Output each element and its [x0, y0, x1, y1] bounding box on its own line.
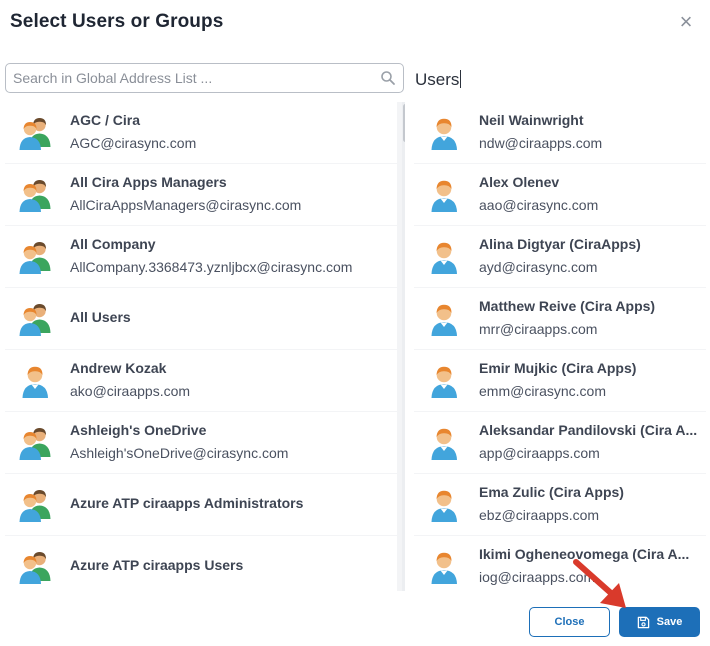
selected-users-list[interactable]: Neil Wainwright ndw@ciraapps.com Alex Olen… [414, 102, 706, 591]
selected-user-email: mrr@ciraapps.com [479, 321, 598, 337]
scrollbar-thumb[interactable] [403, 104, 405, 142]
user-avatar-icon [426, 301, 462, 337]
selected-user-email: emm@cirasync.com [479, 383, 607, 399]
selected-panel-title-text: Users [415, 70, 460, 89]
selected-user-name: Ema Zulic (Cira Apps) [479, 484, 624, 500]
search-box[interactable] [5, 63, 404, 93]
selected-user-name: Alina Digtyar (CiraApps) [479, 236, 641, 252]
selected-user-row[interactable]: Ikimi Ogheneovomega (Cira A... iog@ciraap… [414, 536, 706, 591]
selected-panel-title: Users [415, 70, 462, 90]
selected-user-row[interactable]: Aleksandar Pandilovski (Cira A... app@cir… [414, 412, 706, 473]
address-list-email: AllCiraAppsManagers@cirasync.com [70, 197, 302, 213]
selected-user-email: ndw@ciraapps.com [479, 135, 603, 151]
search-icon[interactable] [380, 70, 396, 86]
address-list-email: AllCompany.3368473.yznljbcx@cirasync.com [70, 259, 353, 275]
group-avatar-icon [17, 239, 53, 275]
group-avatar-icon [17, 177, 53, 213]
address-list-name: AGC / Cira [70, 112, 141, 128]
save-button[interactable]: Save [619, 607, 700, 637]
address-list-row[interactable]: Azure ATP ciraapps Administrators [5, 474, 397, 535]
user-avatar-icon [17, 363, 53, 399]
address-list[interactable]: AGC / Cira AGC@cirasync.com All Cira Apps … [5, 102, 405, 591]
user-avatar-icon [426, 549, 462, 585]
address-list-name: Azure ATP ciraapps Administrators [70, 495, 304, 511]
group-avatar-icon [17, 425, 53, 461]
select-users-dialog: Select Users or Groups × Users AGC / Cir… [0, 0, 710, 646]
selected-user-row[interactable]: Emir Mujkic (Cira Apps) emm@cirasync.com [414, 350, 706, 411]
selected-user-name: Emir Mujkic (Cira Apps) [479, 360, 637, 376]
selected-user-row[interactable]: Matthew Reive (Cira Apps) mrr@ciraapps.co… [414, 288, 706, 349]
selected-user-email: ebz@ciraapps.com [479, 507, 600, 523]
address-list-email: AGC@cirasync.com [70, 135, 197, 151]
address-list-row[interactable]: Ashleigh's OneDrive Ashleigh'sOneDrive@ci… [5, 412, 397, 473]
address-list-scrollbar[interactable] [402, 102, 405, 591]
selected-user-email: ayd@cirasync.com [479, 259, 598, 275]
address-list-name: All Company [70, 236, 156, 252]
group-avatar-icon [17, 301, 53, 337]
selected-user-row[interactable]: Alina Digtyar (CiraApps) ayd@cirasync.com [414, 226, 706, 287]
search-input[interactable] [13, 69, 373, 87]
address-list-row[interactable]: AGC / Cira AGC@cirasync.com [5, 102, 397, 163]
close-button-label: Close [554, 616, 585, 628]
selected-user-name: Neil Wainwright [479, 112, 584, 128]
selected-user-name: Alex Olenev [479, 174, 560, 190]
close-icon[interactable]: × [676, 11, 696, 33]
save-icon [637, 616, 649, 628]
address-list-name: All Cira Apps Managers [70, 174, 227, 190]
address-list-name: Ashleigh's OneDrive [70, 422, 207, 438]
address-list-row[interactable]: All Users [5, 288, 397, 349]
user-avatar-icon [426, 363, 462, 399]
address-list-email: ako@ciraapps.com [70, 383, 191, 399]
address-list-name: Andrew Kozak [70, 360, 167, 376]
group-avatar-icon [17, 115, 53, 151]
address-list-row[interactable]: All Company AllCompany.3368473.yznljbcx@c… [5, 226, 397, 287]
user-avatar-icon [426, 177, 462, 213]
annotation-arrow [573, 559, 626, 608]
selected-user-name: Aleksandar Pandilovski (Cira A... [479, 422, 698, 438]
address-list-row[interactable]: Azure ATP ciraapps Users [5, 536, 397, 591]
address-list-row[interactable]: Andrew Kozak ako@ciraapps.com [5, 350, 397, 411]
user-avatar-icon [426, 115, 462, 151]
selected-user-row[interactable]: Neil Wainwright ndw@ciraapps.com [414, 102, 706, 163]
selected-user-row[interactable]: Ema Zulic (Cira Apps) ebz@ciraapps.com [414, 474, 706, 535]
address-list-name: All Users [70, 309, 131, 325]
selected-user-row[interactable]: Alex Olenev aao@cirasync.com [414, 164, 706, 225]
address-list-row[interactable]: All Cira Apps Managers AllCiraAppsManager… [5, 164, 397, 225]
dialog-title: Select Users or Groups [10, 11, 224, 32]
address-list-name: Azure ATP ciraapps Users [70, 557, 244, 573]
close-button[interactable]: Close [529, 607, 610, 637]
user-avatar-icon [426, 239, 462, 275]
user-avatar-icon [426, 425, 462, 461]
selected-user-email: app@ciraapps.com [479, 445, 600, 461]
group-avatar-icon [17, 487, 53, 523]
group-avatar-icon [17, 549, 53, 585]
selected-user-email: aao@cirasync.com [479, 197, 599, 213]
address-list-email: Ashleigh'sOneDrive@cirasync.com [70, 445, 289, 461]
user-avatar-icon [426, 487, 462, 523]
selected-user-name: Matthew Reive (Cira Apps) [479, 298, 656, 314]
text-caret [460, 70, 462, 88]
save-button-label: Save [656, 616, 683, 628]
